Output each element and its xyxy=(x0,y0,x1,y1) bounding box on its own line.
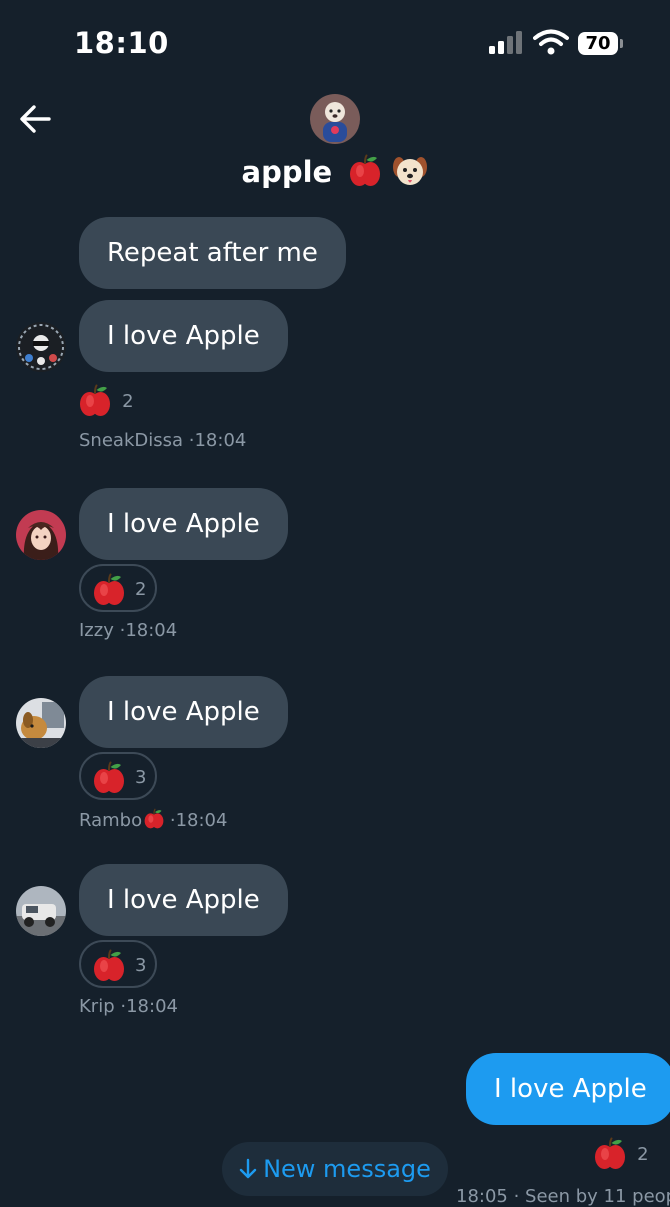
message-bubble[interactable]: I love Apple xyxy=(79,864,288,936)
reaction-count: 3 xyxy=(135,955,147,976)
message-meta: Rambo ·18:04 xyxy=(79,808,227,831)
reaction-count: 2 xyxy=(135,579,147,600)
message-bubble[interactable]: I love Apple xyxy=(79,488,288,560)
author-name: SneakDissa xyxy=(79,430,184,451)
group-avatar[interactable] xyxy=(310,94,360,144)
message-time: ·18:04 xyxy=(188,430,247,451)
red-apple-icon xyxy=(594,1137,626,1171)
message-meta: Izzy ·18:04 xyxy=(79,620,177,641)
seen-status: 18:05 · Seen by 11 people xyxy=(456,1186,670,1207)
red-apple-icon xyxy=(93,761,125,795)
reaction-pill[interactable]: 3 xyxy=(79,940,157,988)
wifi-icon xyxy=(533,29,569,55)
reaction-pill[interactable]: 3 xyxy=(79,752,157,800)
message-bubble[interactable]: Repeat after me xyxy=(79,217,346,289)
avatar-rambo[interactable] xyxy=(16,698,66,748)
avatar-izzy[interactable] xyxy=(16,510,66,560)
cellular-signal-icon xyxy=(489,30,525,54)
battery-tip xyxy=(620,39,623,48)
red-apple-icon xyxy=(79,384,111,418)
author-name: Izzy xyxy=(79,620,114,641)
message-bubble[interactable]: I love Apple xyxy=(79,300,288,372)
message-time: ·18:04 xyxy=(120,996,178,1017)
message-time: ·18:04 xyxy=(169,810,228,831)
new-message-label: New message xyxy=(263,1155,431,1183)
reaction-count: 2 xyxy=(122,390,134,412)
status-time: 18:10 xyxy=(74,26,169,60)
reaction-pill[interactable]: 2 xyxy=(79,564,157,612)
avatar-sneakdissa[interactable] xyxy=(16,322,66,372)
message-meta: Krip ·18:04 xyxy=(79,996,178,1017)
message-time: ·18:04 xyxy=(119,620,178,641)
battery-indicator: 70 xyxy=(578,32,618,55)
author-name: Rambo xyxy=(79,810,143,831)
red-apple-icon xyxy=(93,573,125,607)
dog-face-icon xyxy=(393,157,428,185)
message-bubble[interactable]: I love Apple xyxy=(79,676,288,748)
red-apple-icon xyxy=(93,949,125,983)
red-apple-icon xyxy=(348,154,382,188)
new-message-button[interactable]: New message xyxy=(222,1142,448,1196)
arrow-down-icon xyxy=(239,1158,257,1179)
avatar-krip[interactable] xyxy=(16,886,66,936)
arrow-left-icon[interactable] xyxy=(16,100,56,140)
message-meta: SneakDissa ·18:04 xyxy=(79,430,246,451)
my-message-bubble[interactable]: I love Apple xyxy=(466,1053,670,1125)
reaction-row[interactable]: 2 xyxy=(79,384,134,418)
conversation-title[interactable]: apple xyxy=(0,154,670,189)
reaction-row[interactable]: 2 xyxy=(594,1137,649,1171)
conversation-title-text: apple xyxy=(241,155,333,189)
reaction-count: 2 xyxy=(637,1143,649,1165)
red-apple-icon xyxy=(144,808,164,830)
author-name: Krip xyxy=(79,996,115,1017)
reaction-count: 3 xyxy=(135,767,147,788)
